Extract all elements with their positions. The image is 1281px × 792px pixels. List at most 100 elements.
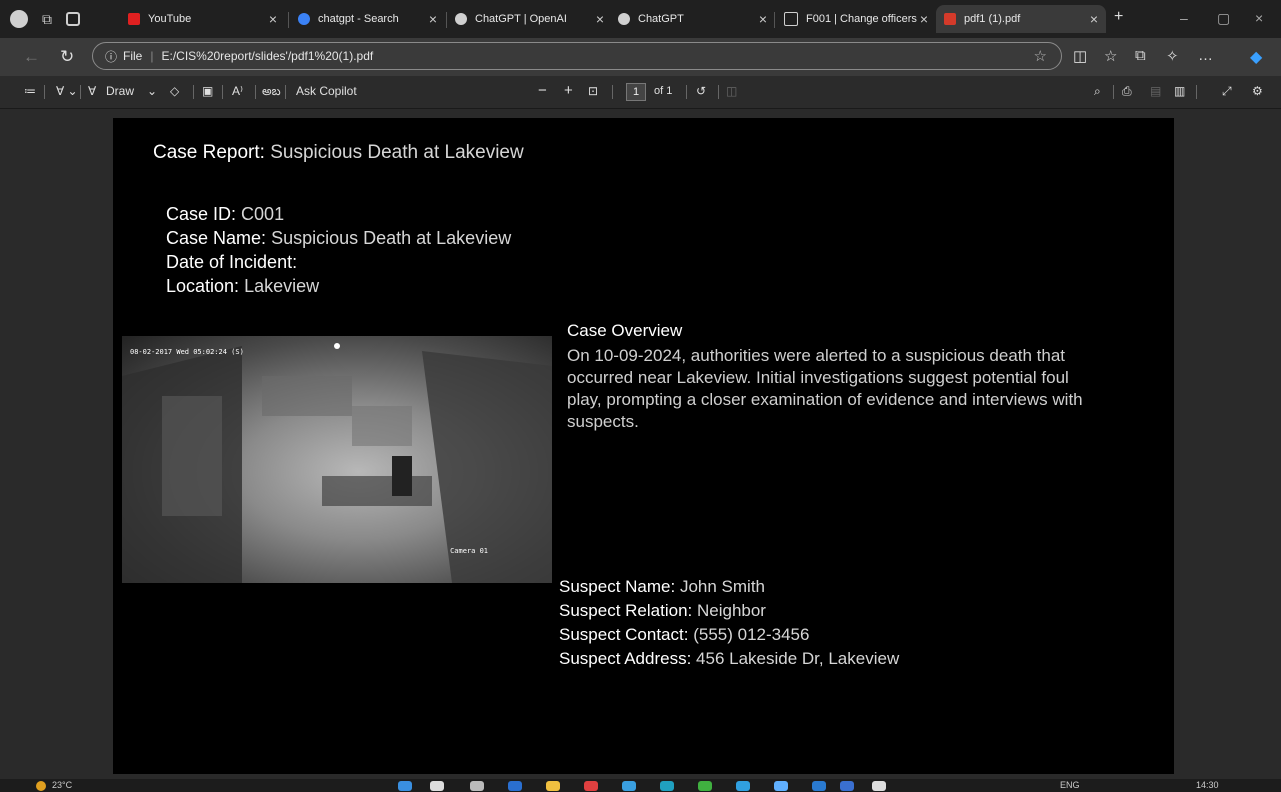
suspect-address-value: 456 Lakeside Dr, Lakeview (696, 649, 900, 668)
favorite-icon[interactable]: ☆ (1034, 47, 1047, 65)
split-screen-icon[interactable]: ◫ (1073, 47, 1087, 65)
tab-label: YouTube (148, 13, 192, 25)
ask-copilot-button[interactable]: Ask Copilot (296, 84, 357, 98)
tab-youtube[interactable]: YouTube × (120, 5, 285, 33)
folder-icon[interactable] (546, 781, 560, 791)
search-taskbar-icon[interactable] (430, 781, 444, 791)
tab-label: F001 | Change officers | D (806, 13, 921, 25)
taskview-icon[interactable] (470, 781, 484, 791)
tab-chatgpt-search[interactable]: chatgpt - Search × (290, 5, 445, 33)
search-icon[interactable]: ⌕ (1094, 84, 1101, 99)
copilot-icon[interactable]: ◆ (1250, 47, 1262, 67)
suspect-name-label: Suspect Name: (559, 577, 676, 596)
refresh-icon[interactable]: ↻ (60, 47, 74, 67)
new-tab-button[interactable]: + (1114, 8, 1123, 26)
close-icon[interactable]: × (269, 11, 277, 27)
openai-icon (618, 13, 630, 25)
zoom-out-button[interactable]: − (538, 82, 547, 99)
url-separator: | (150, 49, 154, 63)
close-window-icon[interactable]: × (1255, 10, 1263, 26)
toolbar-separator (1196, 85, 1197, 99)
more-icon[interactable]: … (1198, 47, 1213, 64)
rotate-icon[interactable]: ↺ (696, 84, 706, 98)
app-icon[interactable] (872, 781, 886, 791)
print-icon[interactable]: ⎙ (1122, 84, 1132, 99)
toolbar-separator (222, 85, 223, 99)
toolbar-separator (193, 85, 194, 99)
tab-actions-icon[interactable] (66, 12, 80, 26)
settings-icon[interactable]: ⚙ (1252, 84, 1263, 98)
app-icon[interactable] (622, 781, 636, 791)
suspect-name-line: Suspect Name: John Smith (559, 575, 899, 599)
page-view-icon[interactable]: ◫ (726, 84, 737, 98)
close-icon[interactable]: × (596, 11, 604, 27)
eraser-icon[interactable]: ◇ (170, 84, 179, 98)
case-id-line: Case ID: C001 (166, 202, 511, 226)
close-icon[interactable]: × (920, 11, 928, 27)
language-indicator[interactable]: ENG (1060, 780, 1080, 790)
suspect-address-label: Suspect Address: (559, 649, 692, 668)
close-icon[interactable]: × (1090, 11, 1098, 27)
search-icon (298, 13, 310, 25)
draw-icon[interactable]: ∀ (88, 84, 96, 98)
extensions-icon[interactable]: ✧ (1166, 47, 1179, 65)
page-total: of 1 (654, 85, 673, 97)
minimize-icon[interactable]: – (1180, 10, 1188, 26)
save-as-icon[interactable]: ▥ (1174, 84, 1185, 98)
url-text: E:/CIS%20report/slides'/pdf1%20(1).pdf (161, 49, 374, 63)
tab-f001[interactable]: F001 | Change officers | D × (776, 5, 936, 33)
tab-pdf[interactable]: pdf1 (1).pdf × (936, 5, 1106, 33)
app-icon[interactable] (812, 781, 826, 791)
chevron-down-icon[interactable]: ⌄ (147, 84, 157, 98)
contents-icon[interactable]: ≔ (24, 84, 36, 98)
overview-body: On 10-09-2024, authorities were alerted … (567, 346, 1083, 431)
fullscreen-icon[interactable]: ⤢ (1222, 84, 1232, 99)
edge-icon[interactable] (660, 781, 674, 791)
text-box-icon[interactable]: ▣ (202, 84, 213, 98)
weather-temp: 23°C (52, 780, 73, 790)
pdf-page: Case Report: Suspicious Death at Lakevie… (113, 118, 1174, 774)
read-aloud-icon[interactable]: A⁾ (232, 84, 243, 98)
pdf-toolbar: ≔ ∀ ⌄ ∀ Draw ⌄ ◇ ▣ A⁾ అబ Ask Copilot − +… (0, 76, 1281, 109)
chrome-icon[interactable] (698, 781, 712, 791)
toolbar-separator (612, 85, 613, 99)
tab-label: ChatGPT | OpenAI (475, 13, 567, 25)
suspect-relation-value: Neighbor (696, 601, 766, 620)
app-icon[interactable] (736, 781, 750, 791)
tab-label: chatgpt - Search (318, 13, 399, 25)
page-number-input[interactable]: 1 (626, 83, 646, 101)
title-label: Case Report: (153, 142, 265, 163)
clock[interactable]: 14:30 (1196, 780, 1219, 790)
location-value: Lakeview (244, 276, 320, 296)
suspect-contact-label: Suspect Contact: (559, 625, 689, 644)
draw-button[interactable]: Draw (106, 84, 134, 98)
tab-chatgpt-openai[interactable]: ChatGPT | OpenAI × (447, 5, 612, 33)
save-icon[interactable]: ▤ (1150, 84, 1161, 98)
back-icon[interactable]: ← (23, 47, 40, 67)
tab-bar: ⧉ YouTube × chatgpt - Search × ChatGPT |… (0, 0, 1281, 38)
address-bar[interactable]: ⓘ File | E:/CIS%20report/slides'/pdf1%20… (92, 42, 1062, 70)
page-title: Case Report: Suspicious Death at Lakevie… (153, 142, 524, 164)
suspect-contact-line: Suspect Contact: (555) 012-3456 (559, 623, 899, 647)
fit-width-icon[interactable]: ⊡ (588, 84, 598, 98)
app-icon[interactable] (584, 781, 598, 791)
close-icon[interactable]: × (429, 11, 437, 27)
highlight-icon[interactable]: ∀ ⌄ (56, 84, 78, 98)
start-icon[interactable] (398, 781, 412, 791)
favorites-icon[interactable]: ☆ (1104, 47, 1117, 65)
workspaces-icon[interactable]: ⧉ (42, 11, 52, 28)
tab-label: ChatGPT (638, 13, 684, 25)
profile-icon[interactable] (10, 10, 28, 28)
collections-icon[interactable]: ⧉ (1135, 47, 1146, 64)
app-icon[interactable] (508, 781, 522, 791)
app-icon[interactable] (774, 781, 788, 791)
translate-icon[interactable]: అబ (262, 84, 281, 101)
case-details: Case ID: C001 Case Name: Suspicious Deat… (166, 202, 511, 298)
maximize-icon[interactable]: ▢ (1217, 10, 1230, 27)
close-icon[interactable]: × (759, 11, 767, 27)
app-icon[interactable] (840, 781, 854, 791)
tab-chatgpt[interactable]: ChatGPT × (610, 5, 775, 33)
info-icon[interactable]: ⓘ (105, 48, 117, 65)
weather-icon[interactable] (36, 781, 46, 791)
zoom-in-button[interactable]: + (564, 82, 573, 99)
